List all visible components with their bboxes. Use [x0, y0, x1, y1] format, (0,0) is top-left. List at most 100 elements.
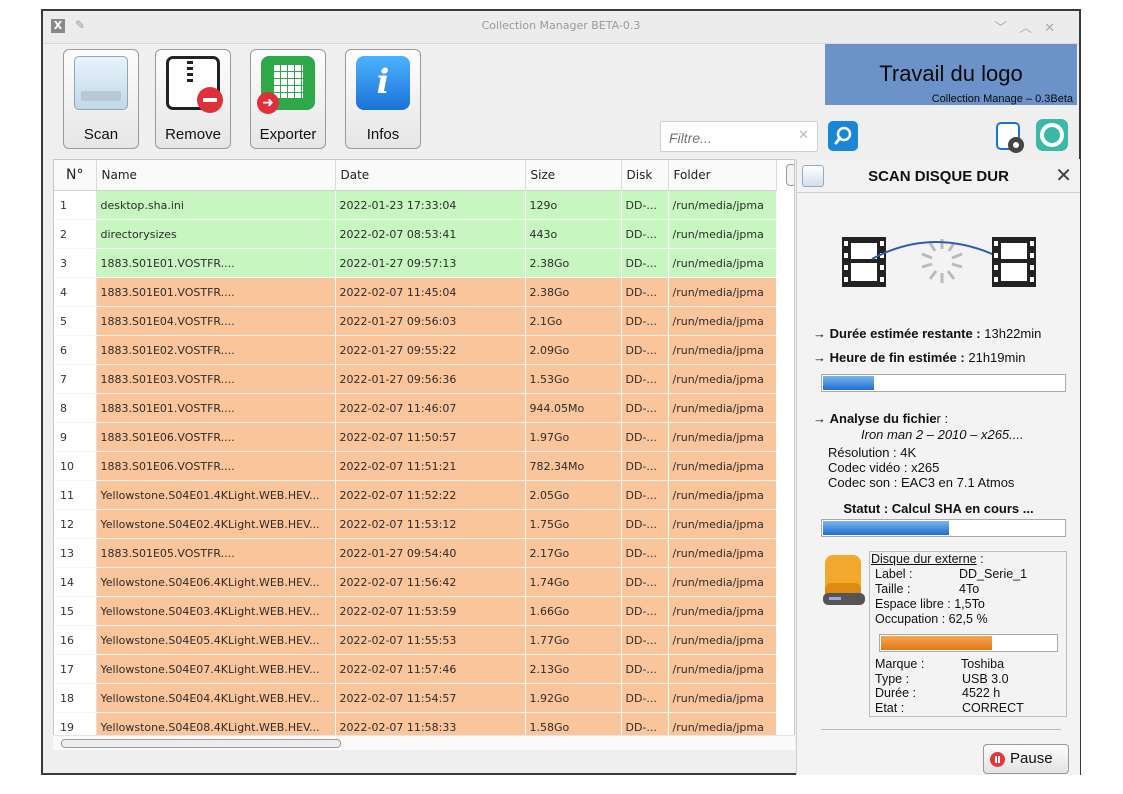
cell-number: 16 — [54, 625, 97, 655]
spreadsheet-export-icon: ➜ — [257, 56, 315, 114]
disk-settings-button[interactable] — [994, 121, 1026, 153]
disk-size-key: Taille : — [875, 582, 911, 596]
cell-date: 2022-02-07 11:55:53 — [335, 625, 526, 655]
cell-disk: DD-... — [621, 248, 669, 278]
cell-disk: DD-... — [621, 335, 669, 365]
table-row[interactable]: 18 Yellowstone.S04E04.4KLight.WEB.HEV... 2… — [54, 683, 777, 713]
analysis-label-suffix: r : — [936, 411, 949, 426]
cell-size: 129o — [525, 190, 622, 220]
cell-disk: DD-... — [621, 306, 669, 336]
disk-settings-icon — [996, 122, 1024, 153]
cell-folder: /run/media/jpma — [668, 625, 777, 655]
cell-number: 1 — [54, 190, 97, 220]
cell-date: 2022-02-07 11:57:46 — [335, 654, 526, 684]
audio-codec-info: Codec son : EAC3 en 7.1 Atmos — [828, 475, 1015, 490]
pause-button[interactable]: Pause — [983, 744, 1069, 774]
horizontal-scrollbar-thumb[interactable] — [61, 739, 341, 748]
cell-number: 7 — [54, 364, 97, 394]
column-header-disk[interactable]: Disk — [621, 160, 669, 191]
column-header-name[interactable]: Name — [96, 160, 336, 191]
export-button[interactable]: ➜ Exporter — [250, 49, 326, 149]
cell-folder: /run/media/jpma — [668, 335, 777, 365]
cell-size: 1.97Go — [525, 422, 622, 452]
column-header-size[interactable]: Size — [525, 160, 622, 191]
filter-input[interactable] — [667, 127, 791, 149]
window-controls[interactable]: ﹀︿✕ — [994, 17, 1067, 36]
analysed-file-name: Iron man 2 – 2010 – x265.... — [861, 427, 1024, 442]
horizontal-scrollbar[interactable] — [53, 735, 795, 750]
cell-number: 8 — [54, 393, 97, 423]
table-row[interactable]: 8 1883.S01E01.VOSTFR.... 2022-02-07 11:46:… — [54, 393, 777, 423]
vertical-scrollbar-handle[interactable] — [786, 164, 794, 186]
cell-name: 1883.S01E01.VOSTFR.... — [96, 248, 336, 278]
table-row[interactable]: 10 1883.S01E06.VOSTFR.... 2022-02-07 11:51… — [54, 451, 777, 481]
transfer-animation-icon — [842, 237, 1036, 287]
cell-date: 2022-01-23 17:33:04 — [335, 190, 526, 220]
cell-folder: /run/media/jpma — [668, 422, 777, 452]
file-table: N° Name Date Size Disk Folder 1 desktop.s… — [54, 160, 777, 742]
table-row[interactable]: 7 1883.S01E03.VOSTFR.... 2022-01-27 09:56:… — [54, 364, 777, 394]
table-row[interactable]: 9 1883.S01E06.VOSTFR.... 2022-02-07 11:50:… — [54, 422, 777, 452]
external-drive-icon — [823, 555, 865, 605]
cell-number: 14 — [54, 567, 97, 597]
search-icon — [834, 126, 852, 145]
table-row[interactable]: 3 1883.S01E01.VOSTFR.... 2022-01-27 09:57:… — [54, 248, 777, 278]
cell-disk: DD-... — [621, 538, 669, 568]
table-row[interactable]: 6 1883.S01E02.VOSTFR.... 2022-01-27 09:55:… — [54, 335, 777, 365]
cell-name: Yellowstone.S04E01.4KLight.WEB.HEV... — [96, 480, 336, 510]
table-row[interactable]: 15 Yellowstone.S04E03.4KLight.WEB.HEV... 2… — [54, 596, 777, 626]
cell-size: 944.05Mo — [525, 393, 622, 423]
cell-number: 5 — [54, 306, 97, 336]
cell-disk: DD-... — [621, 567, 669, 597]
cell-date: 2022-01-27 09:55:22 — [335, 335, 526, 365]
table-row[interactable]: 4 1883.S01E01.VOSTFR.... 2022-02-07 11:45:… — [54, 277, 777, 307]
close-window-icon[interactable]: ✕ — [1044, 21, 1067, 36]
help-button[interactable] — [1036, 119, 1068, 151]
pause-label: Pause — [1010, 750, 1053, 767]
table-row[interactable]: 5 1883.S01E04.VOSTFR.... 2022-01-27 09:56:… — [54, 306, 777, 336]
clear-filter-icon[interactable]: ✕ — [798, 128, 809, 143]
cell-number: 17 — [54, 654, 97, 684]
scan-button[interactable]: Scan — [63, 49, 139, 149]
cell-folder: /run/media/jpma — [668, 306, 777, 336]
cell-disk: DD-... — [621, 451, 669, 481]
cell-name: 1883.S01E04.VOSTFR.... — [96, 306, 336, 336]
table-row[interactable]: 12 Yellowstone.S04E02.4KLight.WEB.HEV... 2… — [54, 509, 777, 539]
scan-panel: SCAN DISQUE DUR ✕ → Durée estimée restan… — [796, 159, 1080, 775]
cell-disk: DD-... — [621, 625, 669, 655]
end-label: Heure de fin estimée : — [829, 350, 965, 365]
disk-duration-key: Durée : — [875, 686, 916, 700]
filter-field[interactable]: ✕ — [660, 121, 818, 152]
cell-disk: DD-... — [621, 654, 669, 684]
info-button[interactable]: i Infos — [345, 49, 421, 149]
column-header-folder[interactable]: Folder — [668, 160, 777, 191]
minimize-icon[interactable]: ﹀ — [994, 21, 1019, 36]
cell-date: 2022-02-07 11:52:22 — [335, 480, 526, 510]
cell-folder: /run/media/jpma — [668, 480, 777, 510]
cell-size: 2.09Go — [525, 335, 622, 365]
column-header-number[interactable]: N° — [54, 160, 97, 191]
cell-name: Yellowstone.S04E03.4KLight.WEB.HEV... — [96, 596, 336, 626]
table-row[interactable]: 17 Yellowstone.S04E07.4KLight.WEB.HEV... 2… — [54, 654, 777, 684]
table-row[interactable]: 14 Yellowstone.S04E06.4KLight.WEB.HEV... 2… — [54, 567, 777, 597]
close-panel-icon[interactable]: ✕ — [1055, 163, 1072, 188]
search-button[interactable] — [828, 121, 858, 151]
table-row[interactable]: 1 desktop.sha.ini 2022-01-23 17:33:04 129o D… — [54, 190, 777, 220]
table-row[interactable]: 16 Yellowstone.S04E05.4KLight.WEB.HEV... 2… — [54, 625, 777, 655]
cell-disk: DD-... — [621, 277, 669, 307]
cell-number: 11 — [54, 480, 97, 510]
cell-date: 2022-02-07 11:54:57 — [335, 683, 526, 713]
disk-brand-value: Toshiba — [961, 657, 1005, 671]
table-row[interactable]: 11 Yellowstone.S04E01.4KLight.WEB.HEV... 2… — [54, 480, 777, 510]
table-row[interactable]: 2 directorysizes 2022-02-07 08:53:41 443o DD… — [54, 219, 777, 249]
table-row[interactable]: 13 1883.S01E05.VOSTFR.... 2022-01-27 09:54… — [54, 538, 777, 568]
remove-label: Remove — [165, 126, 221, 143]
column-header-date[interactable]: Date — [335, 160, 526, 191]
remove-button[interactable]: Remove — [155, 49, 231, 149]
cell-disk: DD-... — [621, 480, 669, 510]
maximize-icon[interactable]: ︿ — [1019, 21, 1044, 36]
remaining-label: Durée estimée restante : — [829, 326, 981, 341]
disk-heading: Disque dur externe : — [871, 552, 984, 566]
logo-banner: Travail du logo Collection Manage – 0.3B… — [825, 44, 1077, 105]
cell-date: 2022-02-07 11:45:04 — [335, 277, 526, 307]
